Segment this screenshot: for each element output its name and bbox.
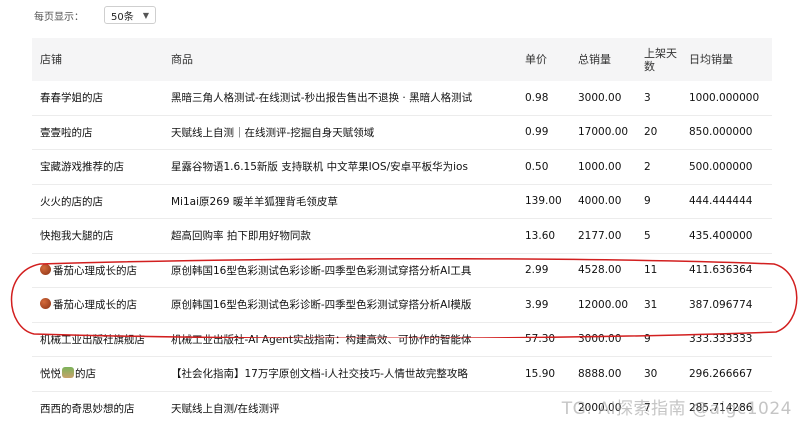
cell-daily-avg: 411.636364 — [689, 264, 753, 277]
cell-days: 9 — [644, 333, 651, 346]
cell-shop: 悦悦 的店 — [32, 366, 163, 381]
tomato-icon — [40, 263, 51, 275]
cell-total-sales: 1000.00 — [578, 160, 622, 173]
cell-price: 15.90 — [525, 367, 556, 380]
cell-price: 13.60 — [525, 229, 556, 242]
table-header: 店铺 商品 单价 总销量 上架天 数 日均销量 — [32, 38, 772, 81]
cell-price: 3.99 — [525, 298, 549, 311]
cell-daily-avg: 850.000000 — [689, 126, 753, 139]
page-size-select[interactable]: 50条 ▼ — [104, 6, 156, 24]
cell-daily-avg: 387.096774 — [689, 298, 753, 311]
cell-shop: 番茄心理成长的店 — [32, 263, 163, 278]
cell-total-sales: 4000.00 — [578, 195, 622, 208]
cell-days: 20 — [644, 126, 658, 139]
cell-product: 超高回购率 拍下即用好物同款 — [171, 230, 311, 243]
cell-daily-avg: 444.444444 — [689, 195, 753, 208]
cell-days: 11 — [644, 264, 658, 277]
table-row[interactable]: 壹壹啦的店 天赋线上自测｜在线测评-挖掘自身天赋领域 0.99 17000.00… — [32, 116, 772, 150]
cell-price: 0.98 — [525, 91, 549, 104]
table-row[interactable]: 悦悦 的店 【社会化指南】17万字原创文档-i人社交技巧-人情世故完整攻略 15.… — [32, 357, 772, 392]
header-total-sales[interactable]: 总销量 — [570, 53, 636, 66]
cell-price: 139.00 — [525, 195, 562, 208]
table-row[interactable]: 机械工业出版社旗舰店 机械工业出版社-AI Agent实战指南：构建高效、可协作… — [32, 323, 772, 357]
cell-shop: 春春学姐的店 — [40, 92, 103, 105]
header-days-line1: 上架天 — [644, 46, 677, 60]
header-price[interactable]: 单价 — [517, 53, 570, 66]
cell-daily-avg: 333.333333 — [689, 333, 753, 346]
cell-daily-avg: 296.266667 — [689, 367, 753, 380]
cell-product: 【社会化指南】17万字原创文档-i人社交技巧-人情世故完整攻略 — [171, 368, 468, 381]
cell-product: 原创韩国16型色彩测试色彩诊断-四季型色彩测试穿搭分析AI工具 — [171, 264, 472, 277]
header-days-listed[interactable]: 上架天 数 — [636, 47, 681, 73]
table-row[interactable]: 快抱我大腿的店 超高回购率 拍下即用好物同款 13.60 2177.00 5 4… — [32, 219, 772, 254]
cell-shop-name: 番茄心理成长的店 — [53, 299, 137, 312]
sales-table: 店铺 商品 单价 总销量 上架天 数 日均销量 春春学姐的店 黑暗三角人格测试-… — [32, 38, 772, 423]
cell-days: 3 — [644, 91, 651, 104]
cell-product: 天赋线上自测/在线测评 — [171, 402, 280, 415]
cell-daily-avg: 500.000000 — [689, 160, 753, 173]
chevron-down-icon: ▼ — [142, 10, 149, 20]
page-size-label: 每页显示： — [34, 11, 84, 23]
cell-daily-avg: 435.400000 — [689, 229, 753, 242]
sprout-icon — [62, 367, 74, 379]
cell-total-sales: 2177.00 — [578, 229, 622, 242]
cell-product: Mi1ai原269 暖羊羊狐狸背毛领皮草 — [171, 195, 338, 208]
header-days-line2: 数 — [644, 59, 655, 73]
cell-shop-name: 的店 — [75, 368, 96, 381]
tomato-icon — [40, 298, 51, 310]
cell-days: 30 — [644, 367, 658, 380]
cell-shop: 西西的奇思妙想的店 — [40, 402, 135, 415]
cell-shop: 火火的店的店 — [40, 195, 103, 208]
cell-price: 0.50 — [525, 160, 549, 173]
cell-shop: 宝藏游戏推荐的店 — [40, 161, 124, 174]
cell-shop: 壹壹啦的店 — [40, 126, 93, 139]
cell-total-sales: 3000.00 — [578, 91, 622, 104]
cell-shop-name: 番茄心理成长的店 — [53, 264, 137, 277]
cell-total-sales: 12000.00 — [578, 298, 629, 311]
table-row[interactable]: 番茄心理成长的店 原创韩国16型色彩测试色彩诊断-四季型色彩测试穿搭分析AI工具… — [32, 254, 772, 288]
cell-price: 2.99 — [525, 264, 549, 277]
cell-shop: 快抱我大腿的店 — [40, 230, 114, 243]
page-size-control: 每页显示： 50条 ▼ — [34, 6, 156, 24]
table-row[interactable]: 春春学姐的店 黑暗三角人格测试-在线测试-秒出报告售出不退换 · 黑暗人格测试 … — [32, 81, 772, 116]
cell-product: 天赋线上自测｜在线测评-挖掘自身天赋领域 — [171, 126, 375, 139]
table-row[interactable]: 番茄心理成长的店 原创韩国16型色彩测试色彩诊断-四季型色彩测试穿搭分析AI模版… — [32, 288, 772, 323]
cell-shop-prefix: 悦悦 — [40, 368, 61, 381]
cell-product: 星露谷物语1.6.15新版 支持联机 中文苹果IOS/安卓平板华为ios — [171, 161, 468, 174]
page-size-value: 50条 — [111, 11, 134, 23]
cell-daily-avg: 1000.000000 — [689, 91, 760, 104]
table-row[interactable]: 宝藏游戏推荐的店 星露谷物语1.6.15新版 支持联机 中文苹果IOS/安卓平板… — [32, 150, 772, 185]
cell-shop: 番茄心理成长的店 — [32, 297, 163, 312]
cell-days: 31 — [644, 298, 658, 311]
cell-days: 5 — [644, 229, 651, 242]
cell-product: 原创韩国16型色彩测试色彩诊断-四季型色彩测试穿搭分析AI模版 — [171, 299, 472, 312]
cell-total-sales: 3000.00 — [578, 333, 622, 346]
header-daily-avg[interactable]: 日均销量 — [681, 53, 772, 66]
cell-product: 黑暗三角人格测试-在线测试-秒出报告售出不退换 · 黑暗人格测试 — [171, 92, 473, 105]
cell-total-sales: 4528.00 — [578, 264, 622, 277]
header-product[interactable]: 商品 — [163, 53, 517, 66]
cell-days: 2 — [644, 160, 651, 173]
table-row[interactable]: 火火的店的店 Mi1ai原269 暖羊羊狐狸背毛领皮草 139.00 4000.… — [32, 185, 772, 219]
cell-total-sales: 17000.00 — [578, 126, 629, 139]
watermark-text: TG: AI探索指南 @aigc1024 — [561, 399, 792, 419]
cell-days: 9 — [644, 195, 651, 208]
cell-price: 0.99 — [525, 126, 549, 139]
cell-total-sales: 8888.00 — [578, 367, 622, 380]
cell-price: 57.30 — [525, 333, 556, 346]
cell-product: 机械工业出版社-AI Agent实战指南：构建高效、可协作的智能体 — [171, 333, 472, 346]
header-shop[interactable]: 店铺 — [32, 53, 163, 66]
cell-shop: 机械工业出版社旗舰店 — [40, 333, 145, 346]
